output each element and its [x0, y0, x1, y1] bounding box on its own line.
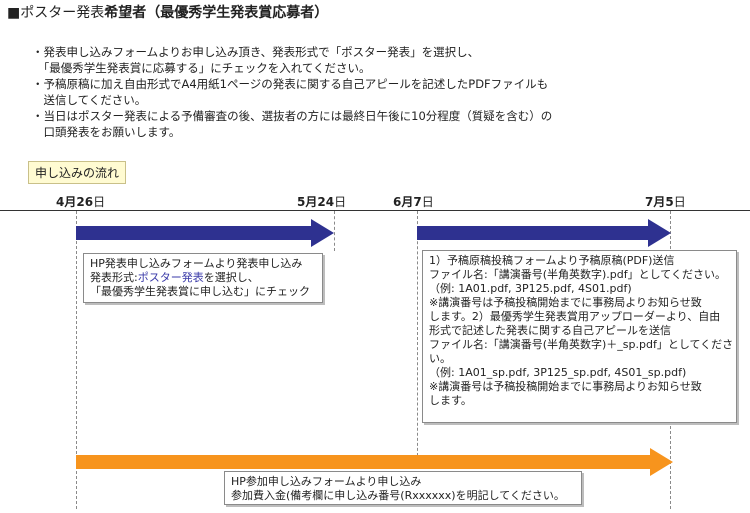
- box2-line-10: ※講演番号は予稿投稿開始までに事務局よりお知らせ致: [429, 380, 702, 393]
- box2-line-2: ファイル名:「講演番号(半角英数字).pdf」としてください。: [429, 268, 726, 281]
- box2-line-7: ファイル名:「講演番号(半角英数字)＋_sp.pdf」としてくださ: [429, 338, 734, 351]
- box2-line-6: 形式で記述した発表に関する自己アピールを送信: [429, 324, 671, 337]
- box-registration-info: HP参加申し込みフォームより申し込み 参加費入金(備考欄に申し込み番号(Rxxx…: [224, 471, 582, 505]
- box2-line-11: します。: [429, 394, 472, 407]
- box1-line-3: 「最優秀学生発表賞に申し込む」にチェック: [90, 285, 310, 298]
- box-manuscript-info: 1）予稿原稿投稿フォームより予稿原稿(PDF)送信 ファイル名:「講演番号(半角…: [422, 250, 737, 423]
- box2-line-9: （例: 1A01_sp.pdf, 3P125_sp.pdf, 4S01_sp.p…: [429, 366, 687, 379]
- poster-link[interactable]: ポスター発表: [138, 271, 204, 284]
- box2-line-1: 1）予稿原稿投稿フォームより予稿原稿(PDF)送信: [429, 254, 675, 267]
- box2-line-4: ※講演番号は予稿投稿開始までに事務局よりお知らせ致: [429, 296, 702, 309]
- box1-line-1: HP発表申し込みフォームより発表申し込み: [90, 257, 303, 270]
- arrow-manuscript-period: [417, 219, 671, 247]
- box1-line-2: 発表形式:ポスター発表を選択し、: [90, 271, 259, 284]
- arrow-submission-period: [76, 219, 334, 247]
- box2-line-3: （例: 1A01.pdf, 3P125.pdf, 4S01.pdf): [429, 282, 632, 295]
- box3-line-1: HP参加申し込みフォームより申し込み: [231, 475, 422, 488]
- box2-line-5: します。2）最優秀学生発表賞用アップローダーより、自由: [429, 310, 721, 323]
- box3-line-2: 参加費入金(備考欄に申し込み番号(Rxxxxxx)を明記してください。: [231, 489, 565, 502]
- box2-line-8: い。: [429, 352, 451, 365]
- box-submission-info: HP発表申し込みフォームより発表申し込み 発表形式:ポスター発表を選択し、 「最…: [83, 253, 323, 303]
